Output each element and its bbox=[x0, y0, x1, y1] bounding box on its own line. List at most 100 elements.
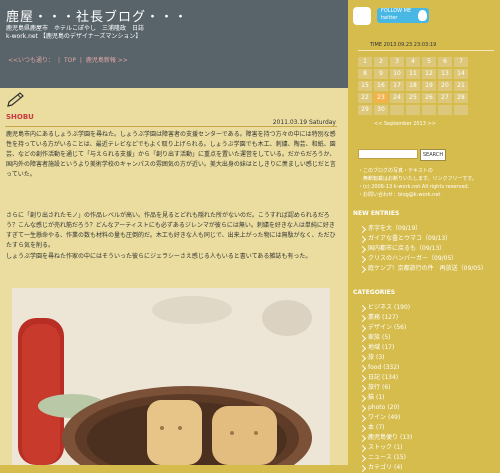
next-post-link[interactable]: 鹿児島新報 >> bbox=[86, 55, 128, 64]
category-item[interactable]: ビジネス (190) bbox=[358, 303, 412, 313]
calendar-day[interactable]: 20 bbox=[438, 81, 452, 91]
calendar-day[interactable]: 9 bbox=[374, 69, 388, 79]
note-line[interactable]: ・お問い合わせ：blog@k-work.net bbox=[358, 191, 498, 199]
new-entry[interactable]: 国内都市に戻るも（09/13） bbox=[358, 244, 487, 254]
chevron-right-icon bbox=[358, 444, 367, 452]
calendar-month-nav[interactable]: << September 2013 >> bbox=[374, 121, 436, 127]
calendar-day[interactable]: 17 bbox=[390, 81, 404, 91]
post-category[interactable]: SHOBU bbox=[6, 113, 34, 121]
chevron-right-icon bbox=[358, 245, 367, 253]
calendar-day[interactable]: 8 bbox=[358, 69, 372, 79]
category-item[interactable]: food (332) bbox=[358, 363, 412, 373]
calendar-week: 1 2 3 4 5 6 7 bbox=[358, 57, 470, 67]
new-entry[interactable]: クリスのハンバーガー（09/05） bbox=[358, 254, 487, 264]
calendar-day[interactable]: 4 bbox=[406, 57, 420, 67]
category-item[interactable]: 鹿児島便り (13) bbox=[358, 433, 412, 443]
calendar-day[interactable]: 12 bbox=[422, 69, 436, 79]
new-entry[interactable]: ガイアな曇とウマコ（09/13） bbox=[358, 234, 487, 244]
chevron-right-icon bbox=[358, 434, 367, 442]
calendar-day[interactable]: 5 bbox=[422, 57, 436, 67]
chevron-right-icon bbox=[358, 384, 367, 392]
category-item[interactable]: 旅 (3) bbox=[358, 353, 412, 363]
search-input[interactable] bbox=[358, 149, 418, 159]
calendar-day[interactable]: 15 bbox=[358, 81, 372, 91]
category-count: (332) bbox=[383, 364, 400, 371]
category-name: ビジネス bbox=[368, 304, 393, 311]
calendar-day[interactable]: 19 bbox=[422, 81, 436, 91]
calendar-day[interactable]: 10 bbox=[390, 69, 404, 79]
calendar-day[interactable]: 25 bbox=[406, 93, 420, 103]
category-item[interactable]: ストック (1) bbox=[358, 443, 412, 453]
top-link[interactable]: TOP bbox=[64, 57, 76, 64]
post-rule bbox=[5, 126, 337, 127]
category-item[interactable]: デザイン (56) bbox=[358, 323, 412, 333]
calendar: 1 2 3 4 5 6 7 8 9 10 11 12 13 14 15 16 1… bbox=[358, 57, 470, 117]
calendar-day[interactable]: 1 bbox=[358, 57, 372, 67]
category-name: 鹿児島便り bbox=[368, 434, 399, 441]
calendar-week: 8 9 10 11 12 13 14 bbox=[358, 69, 470, 79]
calendar-day[interactable]: 22 bbox=[358, 93, 372, 103]
category-count: (6) bbox=[382, 384, 391, 391]
calendar-day[interactable]: 16 bbox=[374, 81, 388, 91]
calendar-day[interactable]: 11 bbox=[406, 69, 420, 79]
chevron-right-icon bbox=[358, 225, 367, 233]
category-name: ニュース bbox=[368, 454, 392, 461]
calendar-day[interactable]: 21 bbox=[454, 81, 468, 91]
search-button[interactable]: SEARCH bbox=[420, 149, 446, 161]
category-item[interactable]: 業務 (127) bbox=[358, 313, 412, 323]
new-entry[interactable]: 赤字を大（09/19） bbox=[358, 224, 487, 234]
category-item[interactable]: 日記 (134) bbox=[358, 373, 412, 383]
calendar-day[interactable]: 2 bbox=[374, 57, 388, 67]
calendar-day[interactable]: 18 bbox=[406, 81, 420, 91]
categories-title: CATEGORIES bbox=[353, 289, 396, 296]
calendar-blank bbox=[438, 105, 452, 115]
sidebar-notes: ・このブログの写真・テキストの 無断転載はお断りいたします。リンクフリーです。 … bbox=[358, 167, 498, 199]
category-count: (20) bbox=[387, 404, 400, 411]
twitter-bird-icon bbox=[418, 10, 427, 21]
new-entry[interactable]: 庭ケンプ！京都旅行の件 再放送（09/05） bbox=[358, 264, 487, 274]
category-name: photo bbox=[368, 404, 386, 411]
calendar-day[interactable]: 30 bbox=[374, 105, 388, 115]
category-item[interactable]: 本 (7) bbox=[358, 423, 412, 433]
category-item[interactable]: ニュース (15) bbox=[358, 453, 412, 463]
new-entry-label: 国内都市に戻るも（09/13） bbox=[368, 245, 446, 252]
category-count: (7) bbox=[376, 424, 385, 431]
category-item[interactable]: 家族 (5) bbox=[358, 333, 412, 343]
calendar-day[interactable]: 28 bbox=[454, 93, 468, 103]
chevron-right-icon bbox=[358, 314, 367, 322]
category-item[interactable]: 猫 (1) bbox=[358, 393, 412, 403]
nav-separator: | bbox=[57, 57, 61, 64]
calendar-day[interactable]: 13 bbox=[438, 69, 452, 79]
calendar-blank bbox=[454, 105, 468, 115]
category-count: (5) bbox=[382, 334, 391, 341]
main-column: 鹿屋・・・社長ブログ・・・ 鹿児島県鹿屋市 ホテルこぽやし 三浦隆政 日誌 k-… bbox=[0, 0, 348, 465]
calendar-day[interactable]: 6 bbox=[438, 57, 452, 67]
twitter-follow-button[interactable]: FOLLOW ME twitter bbox=[377, 8, 429, 23]
category-name: ストック bbox=[368, 444, 393, 451]
chevron-right-icon bbox=[358, 265, 367, 273]
calendar-week: 22 23 24 25 26 27 28 bbox=[358, 93, 470, 103]
category-item[interactable]: ワイン (49) bbox=[358, 413, 412, 423]
post-paragraph-2: さらに「創り出されたモノ」の作品レベルが高い。作品を見るとどれも隠れた所がないの… bbox=[6, 212, 336, 249]
chevron-right-icon bbox=[358, 354, 367, 362]
category-item[interactable]: 旅行 (6) bbox=[358, 383, 412, 393]
calendar-day[interactable]: 26 bbox=[422, 93, 436, 103]
prev-post-link[interactable]: <<いつも通り： bbox=[8, 55, 54, 64]
post-navigation: <<いつも通り： | TOP | 鹿児島新報 >> bbox=[8, 55, 128, 64]
category-count: (190) bbox=[394, 304, 411, 311]
calendar-day[interactable]: 7 bbox=[454, 57, 468, 67]
site-title[interactable]: 鹿屋・・・社長ブログ・・・ bbox=[6, 6, 188, 25]
chevron-right-icon bbox=[358, 374, 367, 382]
rss-icon[interactable] bbox=[353, 7, 371, 25]
category-item[interactable]: photo (20) bbox=[358, 403, 412, 413]
calendar-day[interactable]: 29 bbox=[358, 105, 372, 115]
calendar-day[interactable]: 24 bbox=[390, 93, 404, 103]
calendar-day[interactable]: 14 bbox=[454, 69, 468, 79]
calendar-day[interactable]: 3 bbox=[390, 57, 404, 67]
calendar-day-today[interactable]: 23 bbox=[374, 93, 388, 103]
new-entry-label: ガイアな曇とウマコ（09/13） bbox=[368, 235, 452, 242]
calendar-day[interactable]: 27 bbox=[438, 93, 452, 103]
category-name: food bbox=[368, 364, 382, 371]
category-item[interactable]: 地域 (17) bbox=[358, 343, 412, 353]
category-name: ワイン bbox=[368, 414, 387, 421]
